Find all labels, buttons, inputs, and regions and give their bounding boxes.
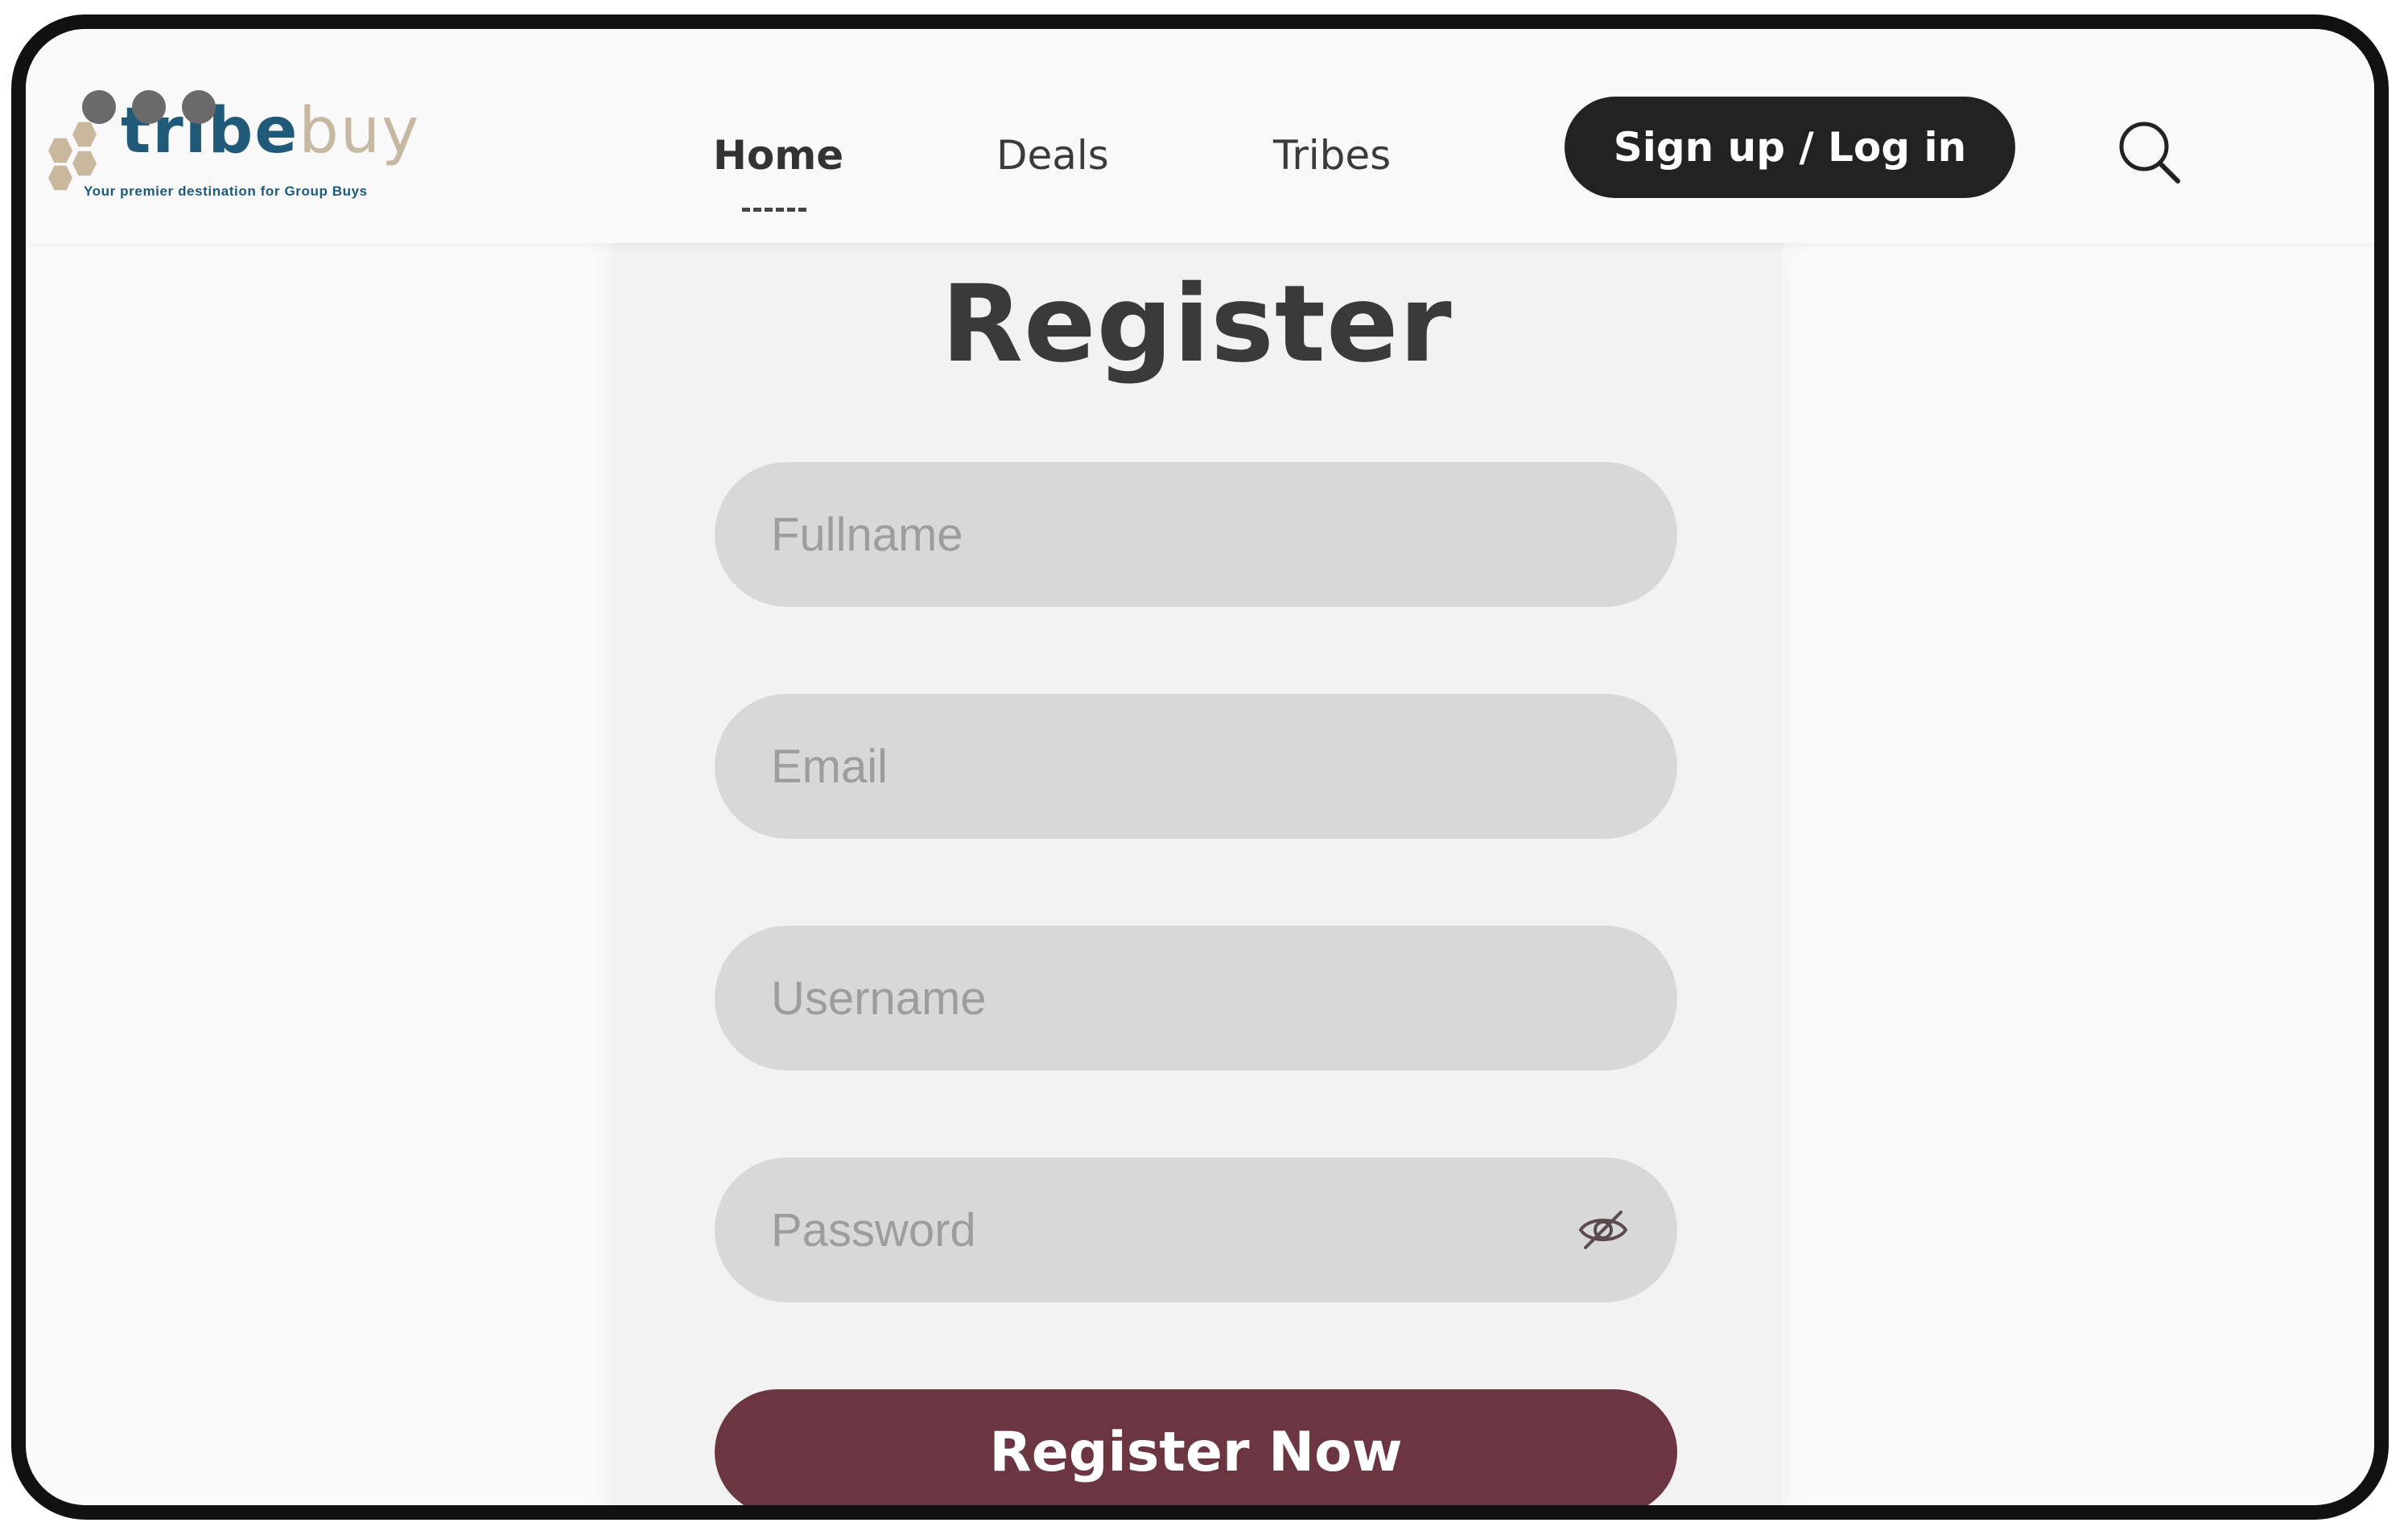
- logo-tagline: Your premier destination for Group Buys: [84, 184, 368, 199]
- username-input[interactable]: [715, 926, 1677, 1071]
- register-card: Register Register Now: [612, 238, 1782, 1505]
- email-input[interactable]: [715, 694, 1677, 839]
- eye-off-icon[interactable]: [1576, 1204, 1631, 1256]
- username-field[interactable]: [715, 926, 1677, 1071]
- search-icon[interactable]: [2115, 118, 2183, 185]
- nav-tribes-link[interactable]: Tribes: [1273, 132, 1391, 179]
- fullname-field[interactable]: [715, 462, 1677, 607]
- register-now-button[interactable]: Register Now: [715, 1389, 1677, 1505]
- hexagon-logo-icon: [48, 114, 114, 192]
- logo-word-buy: buy: [299, 95, 421, 167]
- nav-home-link[interactable]: Home: [713, 132, 843, 179]
- active-nav-indicator: [742, 208, 806, 212]
- password-input[interactable]: [715, 1157, 1677, 1302]
- page-title: Register: [941, 262, 1453, 386]
- fullname-input[interactable]: [715, 462, 1677, 607]
- app-window: tribebuy Your premier destination for Gr…: [11, 14, 2389, 1520]
- window-dot-icon[interactable]: [132, 90, 166, 124]
- window-dot-icon[interactable]: [182, 90, 216, 124]
- nav-deals-link[interactable]: Deals: [996, 132, 1109, 179]
- top-navbar: tribebuy Your premier destination for Gr…: [26, 29, 2374, 243]
- signup-login-button[interactable]: Sign up / Log in: [1565, 97, 2015, 198]
- window-control-dots: [82, 90, 216, 124]
- email-field[interactable]: [715, 694, 1677, 839]
- window-dot-icon[interactable]: [82, 90, 116, 124]
- password-field[interactable]: [715, 1157, 1677, 1302]
